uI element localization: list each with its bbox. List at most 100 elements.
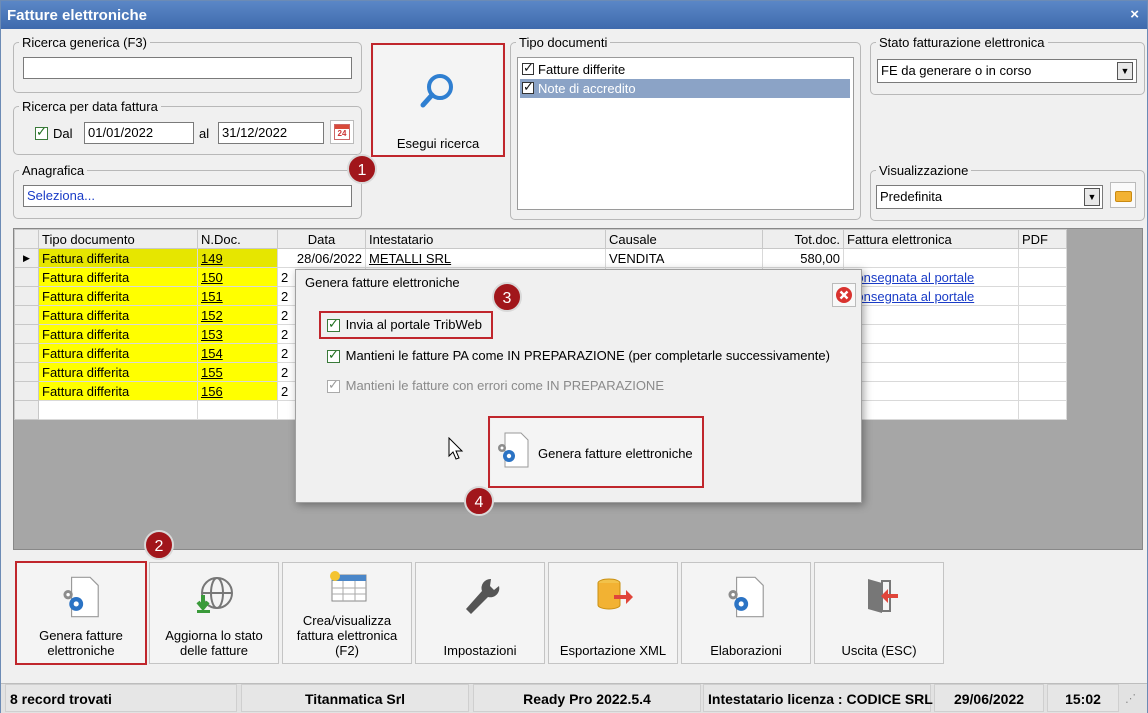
stato-fe-select[interactable]: FE da generare o in corso [877, 59, 1137, 83]
crea-visualizza-button[interactable]: Crea/visualizza fattura elettronica (F2) [282, 562, 412, 664]
highlight-invia [319, 311, 493, 339]
step-badge-4: 4 [464, 486, 494, 516]
column-header[interactable]: Causale [605, 229, 763, 249]
cell-tipo: Fattura differita [38, 248, 198, 268]
wrench-icon [466, 578, 500, 614]
impostazioni-button[interactable]: Impostazioni [415, 562, 545, 664]
esportazione-xml-label: Esportazione XML [559, 643, 667, 658]
cell-pdf [1018, 248, 1067, 268]
option-mantieni-errori: Mantieni le fatture con errori come IN P… [327, 377, 664, 394]
cell-fe[interactable] [843, 248, 1019, 268]
list-item-label: Fatture differite [538, 62, 626, 77]
chevron-down-icon[interactable]: ▼ [1117, 62, 1133, 80]
date-from-input[interactable]: 01/01/2022 [84, 122, 194, 144]
document-gear-icon [728, 576, 764, 618]
step-badge-2: 2 [144, 530, 174, 560]
status-records: 8 record trovati [5, 684, 237, 712]
list-item-checkbox[interactable] [522, 79, 534, 95]
list-item[interactable]: Note di accredito [520, 79, 850, 98]
folder-icon[interactable] [1110, 182, 1136, 208]
crea-visualizza-label: Crea/visualizza fattura elettronica (F2) [296, 613, 398, 658]
highlight-generate-dialog [488, 416, 704, 488]
cell-tipo: Fattura differita [38, 286, 198, 306]
tipo-documenti-label: Tipo documenti [519, 35, 608, 50]
anagrafica-input[interactable]: Seleziona... [23, 185, 352, 207]
cell-tipo: Fattura differita [38, 324, 198, 344]
aggiorna-stato-button[interactable]: Aggiorna lo stato delle fatture [149, 562, 279, 664]
step-badge-1: 1 [347, 154, 377, 184]
mantieni-pa-checkbox[interactable] [327, 347, 340, 364]
cell-fe[interactable]: Consegnata al portale [843, 286, 1019, 306]
close-icon[interactable]: × [1130, 6, 1139, 23]
resize-grip-icon[interactable]: ⋰ [1125, 692, 1139, 706]
date-to-input[interactable]: 31/12/2022 [218, 122, 324, 144]
calendar-day: 24 [337, 129, 347, 138]
cell-fe[interactable]: Consegnata al portale [843, 267, 1019, 287]
tipo-documenti-list: Fatture differite Note di accredito [517, 57, 854, 210]
cell-ndoc[interactable]: 156 [197, 381, 278, 401]
uscita-button[interactable]: Uscita (ESC) [814, 562, 944, 664]
mouse-cursor-icon [448, 437, 464, 460]
status-version: Ready Pro 2022.5.4 [473, 684, 701, 712]
column-header[interactable]: Tipo documento [38, 229, 198, 249]
date-search-label: Ricerca per data fattura [22, 99, 158, 114]
column-header[interactable]: PDF [1018, 229, 1067, 249]
cell-ndoc[interactable]: 152 [197, 305, 278, 325]
table-header-row: Tipo documento N.Doc. Data Intestatario … [14, 229, 1067, 249]
close-icon[interactable] [832, 283, 856, 307]
list-item[interactable]: Fatture differite [520, 60, 850, 78]
list-item-checkbox[interactable] [522, 60, 534, 76]
mantieni-errori-label: Mantieni le fatture con errori come IN P… [345, 378, 664, 393]
visualizzazione-label: Visualizzazione [879, 163, 969, 178]
cell-data: 28/06/2022 [277, 248, 366, 268]
highlight-genera [15, 561, 147, 665]
elaborazioni-button[interactable]: Elaborazioni [681, 562, 811, 664]
cell-causale: VENDITA [605, 248, 763, 268]
mantieni-pa-label: Mantieni le fatture PA come IN PREPARAZI… [345, 348, 830, 363]
column-header[interactable]: Data [277, 229, 366, 249]
aggiorna-stato-label: Aggiorna lo stato delle fatture [165, 628, 263, 658]
visualizzazione-select[interactable]: Predefinita [876, 185, 1103, 209]
dialog-title: Genera fatture elettroniche [305, 275, 460, 290]
cell-tipo: Fattura differita [38, 362, 198, 382]
elaborazioni-label: Elaborazioni [710, 643, 782, 658]
cell-intestatario[interactable]: METALLI SRL [365, 248, 606, 268]
status-license: Intestatario licenza : CODICE SRL [703, 684, 933, 712]
column-header[interactable]: Fattura elettronica [843, 229, 1019, 249]
al-label: al [199, 126, 210, 141]
highlight-search [371, 43, 505, 157]
calendar-icon[interactable]: 24 [330, 120, 354, 144]
main-window: Fatture elettroniche × Ricerca generica … [0, 0, 1148, 713]
esportazione-xml-button[interactable]: Esportazione XML [548, 562, 678, 664]
uscita-label: Uscita (ESC) [841, 643, 917, 658]
status-company: Titanmatica Srl [241, 684, 469, 712]
dal-label: Dal [53, 126, 73, 141]
option-mantieni-pa[interactable]: Mantieni le fatture PA come IN PREPARAZI… [327, 347, 830, 364]
column-header[interactable]: Tot.doc. [762, 229, 844, 249]
column-header[interactable]: N.Doc. [197, 229, 278, 249]
cell-ndoc[interactable]: 154 [197, 343, 278, 363]
table-row[interactable]: ▶ Fattura differita 149 28/06/2022 METAL… [14, 248, 1067, 268]
column-header[interactable]: Intestatario [365, 229, 606, 249]
cell-ndoc[interactable]: 149 [197, 248, 278, 268]
cell-ndoc[interactable]: 150 [197, 267, 278, 287]
status-bar: 8 record trovati Titanmatica Srl Ready P… [1, 683, 1147, 713]
title-bar: Fatture elettroniche × [1, 1, 1147, 29]
dal-checkbox[interactable] [35, 124, 48, 140]
chevron-down-icon[interactable]: ▼ [1084, 188, 1100, 206]
globe-download-icon [196, 577, 233, 613]
cell-ndoc[interactable]: 153 [197, 324, 278, 344]
generic-search-input[interactable] [23, 57, 352, 79]
cell-tipo: Fattura differita [38, 381, 198, 401]
database-export-icon [597, 578, 633, 610]
stato-fe-label: Stato fatturazione elettronica [879, 35, 1045, 50]
cell-tot: 580,00 [762, 248, 844, 268]
cell-tipo: Fattura differita [38, 305, 198, 325]
status-time: 15:02 [1047, 684, 1119, 712]
row-header-corner [14, 229, 39, 249]
cell-ndoc[interactable]: 151 [197, 286, 278, 306]
cell-ndoc[interactable]: 155 [197, 362, 278, 382]
cell-tipo: Fattura differita [38, 267, 198, 287]
calendar-grid-icon [330, 571, 367, 602]
status-date: 29/06/2022 [934, 684, 1044, 712]
